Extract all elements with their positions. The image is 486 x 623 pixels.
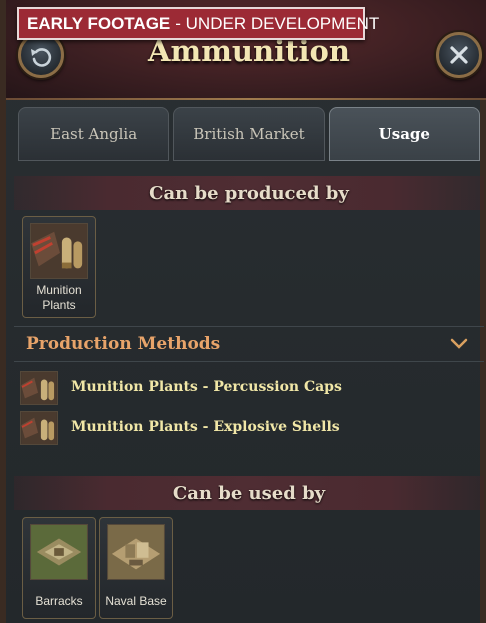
banner-rest-text: - UNDER DEVELOPMENT [175, 13, 380, 33]
munition-plants-icon [20, 411, 58, 445]
building-tile-munition-plants[interactable]: Munition Plants [22, 216, 96, 318]
label-line-1: Munition [36, 283, 82, 297]
ammunition-panel: Ammunition EARLY FOOTAGE - UNDER DEVELOP… [0, 0, 486, 623]
building-tile-barracks[interactable]: Barracks [22, 517, 96, 619]
chevron-down-icon[interactable] [450, 337, 468, 351]
munition-plants-label: Munition Plants [23, 283, 95, 313]
production-method-label: Munition Plants - Explosive Shells [71, 419, 340, 435]
label-line-2: Plants [42, 298, 76, 312]
banner-bold-text: EARLY FOOTAGE [27, 13, 171, 33]
production-methods-header[interactable]: Production Methods [14, 326, 484, 362]
used-by-heading: Can be used by [14, 476, 484, 510]
production-method-row[interactable]: Munition Plants - Percussion Caps [20, 370, 480, 406]
barracks-icon [30, 524, 88, 580]
tab-bar: East Anglia British Market Usage [18, 107, 480, 161]
tab-british-market[interactable]: British Market [173, 107, 325, 161]
close-icon [450, 46, 468, 64]
production-method-row[interactable]: Munition Plants - Explosive Shells [20, 410, 480, 446]
production-method-label: Munition Plants - Percussion Caps [71, 379, 342, 395]
building-tile-naval-base[interactable]: Naval Base [99, 517, 173, 619]
close-button[interactable] [436, 32, 482, 78]
tab-usage[interactable]: Usage [328, 107, 480, 161]
production-methods-title: Production Methods [26, 334, 221, 354]
munition-plants-icon [20, 371, 58, 405]
naval-base-label: Naval Base [105, 594, 167, 608]
produced-by-heading: Can be produced by [14, 176, 484, 210]
munition-plants-icon [30, 223, 88, 279]
tab-east-anglia[interactable]: East Anglia [18, 107, 170, 161]
naval-base-icon [107, 524, 165, 580]
early-footage-banner: EARLY FOOTAGE - UNDER DEVELOPMENT [17, 7, 379, 40]
barracks-label: Barracks [35, 594, 83, 608]
